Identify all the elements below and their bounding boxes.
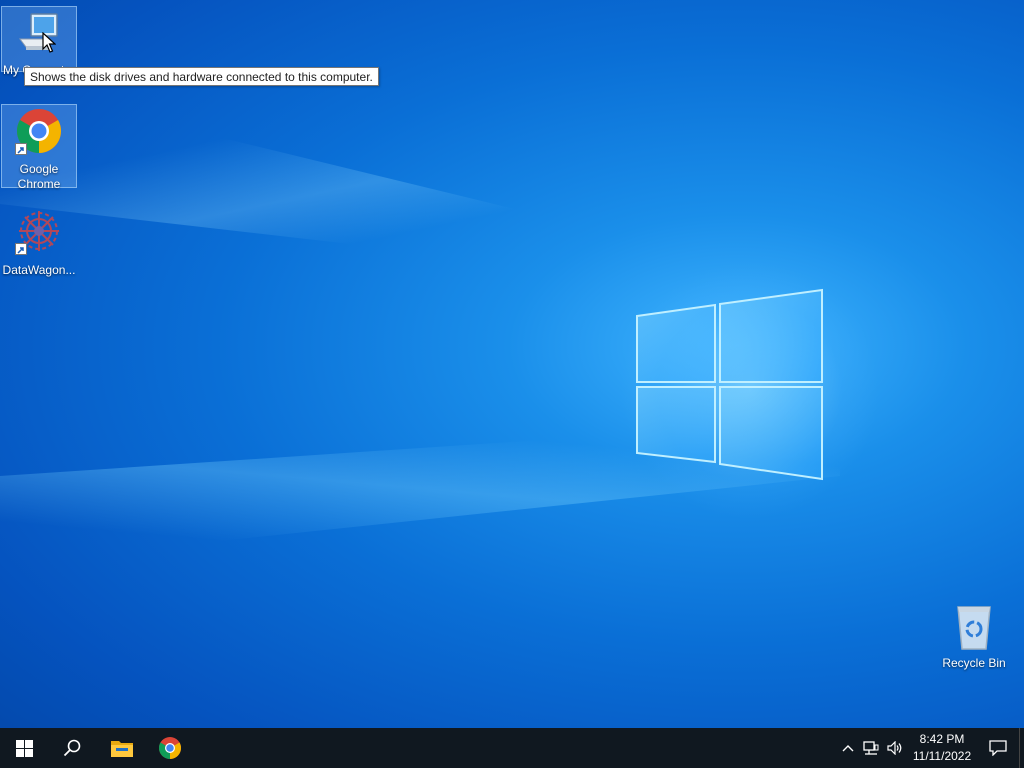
network-icon <box>863 741 879 755</box>
datawagon-icon <box>15 207 63 255</box>
action-center-button[interactable] <box>977 728 1019 768</box>
search-button[interactable] <box>48 728 96 768</box>
shortcut-arrow-icon <box>15 243 27 255</box>
windows-start-icon <box>15 739 33 757</box>
desktop-icon-label: DataWagon... <box>2 263 76 277</box>
file-explorer-icon <box>111 741 133 757</box>
system-tray: 8:42 PM 11/11/2022 <box>837 728 1024 768</box>
show-desktop-button[interactable] <box>1019 728 1024 768</box>
chrome-icon <box>159 737 181 759</box>
tooltip: Shows the disk drives and hardware conne… <box>24 67 379 86</box>
volume-button[interactable] <box>883 728 907 768</box>
mouse-cursor-icon <box>42 32 56 53</box>
windows-logo-wallpaper <box>636 288 823 481</box>
start-button[interactable] <box>0 728 48 768</box>
clock-date: 11/11/2022 <box>912 749 972 763</box>
clock-time: 8:42 PM <box>919 732 965 746</box>
desktop-icon-google-chrome[interactable]: Google Chrome <box>1 104 77 191</box>
clock[interactable]: 8:42 PM 11/11/2022 <box>907 728 977 768</box>
desktop-icon-label: Recycle Bin <box>942 656 1006 670</box>
volume-icon <box>887 741 902 755</box>
taskbar-chrome[interactable] <box>146 728 194 768</box>
desktop-icon-label: Google Chrome <box>17 162 61 191</box>
notification-icon <box>989 740 1007 756</box>
shortcut-arrow-icon <box>15 143 27 155</box>
desktop-icon-recycle-bin[interactable]: Recycle Bin <box>936 600 1012 670</box>
chrome-icon <box>15 107 63 155</box>
desktop-icon-my-computer[interactable]: My Computer <box>1 6 77 77</box>
show-hidden-icons-button[interactable] <box>837 728 859 768</box>
chevron-up-icon <box>842 745 854 752</box>
taskbar: 8:42 PM 11/11/2022 <box>0 728 1024 768</box>
network-button[interactable] <box>859 728 883 768</box>
search-icon <box>63 739 81 757</box>
desktop-icon-datawagon[interactable]: DataWagon... <box>1 204 77 277</box>
taskbar-file-explorer[interactable] <box>98 728 146 768</box>
recycle-bin-icon <box>950 603 998 651</box>
